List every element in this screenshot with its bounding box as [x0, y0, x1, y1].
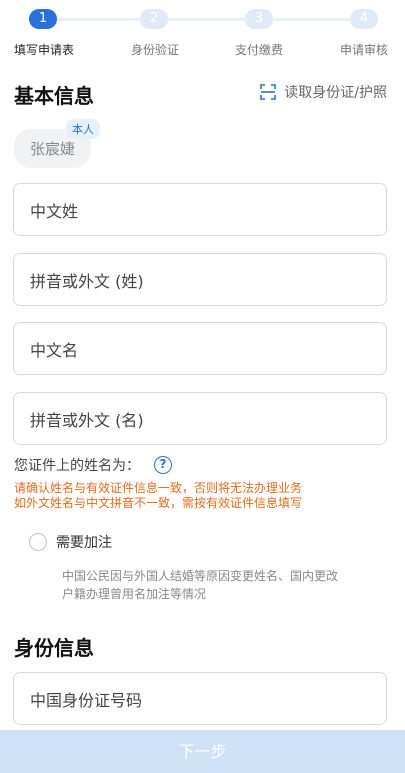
- step-connector: [168, 18, 245, 21]
- step-1-label: 填写申请表: [14, 43, 75, 57]
- step-1-indicator: 1: [29, 9, 57, 29]
- self-badge: 本人: [66, 119, 100, 139]
- step-connector: [56, 18, 140, 21]
- pinyin-given-name-placeholder: 拼音或外文 (名): [30, 410, 144, 430]
- step-2-indicator: 2: [140, 9, 168, 29]
- pinyin-surname-input[interactable]: 拼音或外文 (姓): [13, 253, 387, 306]
- step-connector: [273, 18, 350, 21]
- name-on-id-hint: 您证件上的姓名为： ?: [14, 455, 172, 475]
- identity-info-title: 身份信息: [14, 636, 94, 660]
- name-on-id-label: 您证件上的姓名为：: [14, 458, 140, 474]
- next-button[interactable]: 下一步: [0, 730, 405, 773]
- step-3-indicator: 3: [245, 9, 273, 29]
- pinyin-surname-placeholder: 拼音或外文 (姓): [30, 271, 144, 291]
- chinese-given-name-placeholder: 中文名: [30, 340, 79, 360]
- chinese-surname-input[interactable]: 中文姓: [13, 183, 387, 236]
- help-icon[interactable]: ?: [154, 456, 172, 474]
- step-3-label: 支付缴费: [235, 43, 284, 57]
- annotation-checkbox[interactable]: [29, 533, 47, 551]
- progress-stepper: 1 2 3 4 填写申请表 身份验证 支付缴费 申请审核: [0, 0, 405, 64]
- step-2-label: 身份验证: [131, 43, 180, 57]
- chinese-surname-placeholder: 中文姓: [30, 201, 79, 221]
- saved-name-chip[interactable]: 张宸婕 本人: [14, 119, 100, 168]
- scan-icon: [260, 84, 277, 100]
- pinyin-given-name-input[interactable]: 拼音或外文 (名): [13, 392, 387, 445]
- warning-line-2: 如外文姓名与中文拼音不一致，需按有效证件信息填写: [14, 496, 303, 510]
- annotation-label: 需要加注: [56, 535, 112, 551]
- annotation-desc-line-2: 户籍办理曾用名加注等情况: [62, 587, 207, 601]
- annotation-desc-line-1: 中国公民因与外国人结婚等原因变更姓名、国内更改: [62, 569, 339, 583]
- id-number-placeholder: 中国身份证号码: [30, 690, 143, 710]
- read-id-label: 读取身份证/护照: [284, 85, 387, 101]
- basic-info-title: 基本信息: [14, 84, 94, 108]
- chinese-given-name-input[interactable]: 中文名: [13, 322, 387, 375]
- read-id-button[interactable]: 读取身份证/护照: [260, 82, 387, 102]
- step-4-indicator: 4: [350, 9, 378, 29]
- annotation-option[interactable]: 需要加注: [29, 532, 112, 552]
- step-4-label: 申请审核: [340, 43, 389, 57]
- id-number-input[interactable]: 中国身份证号码: [13, 672, 387, 725]
